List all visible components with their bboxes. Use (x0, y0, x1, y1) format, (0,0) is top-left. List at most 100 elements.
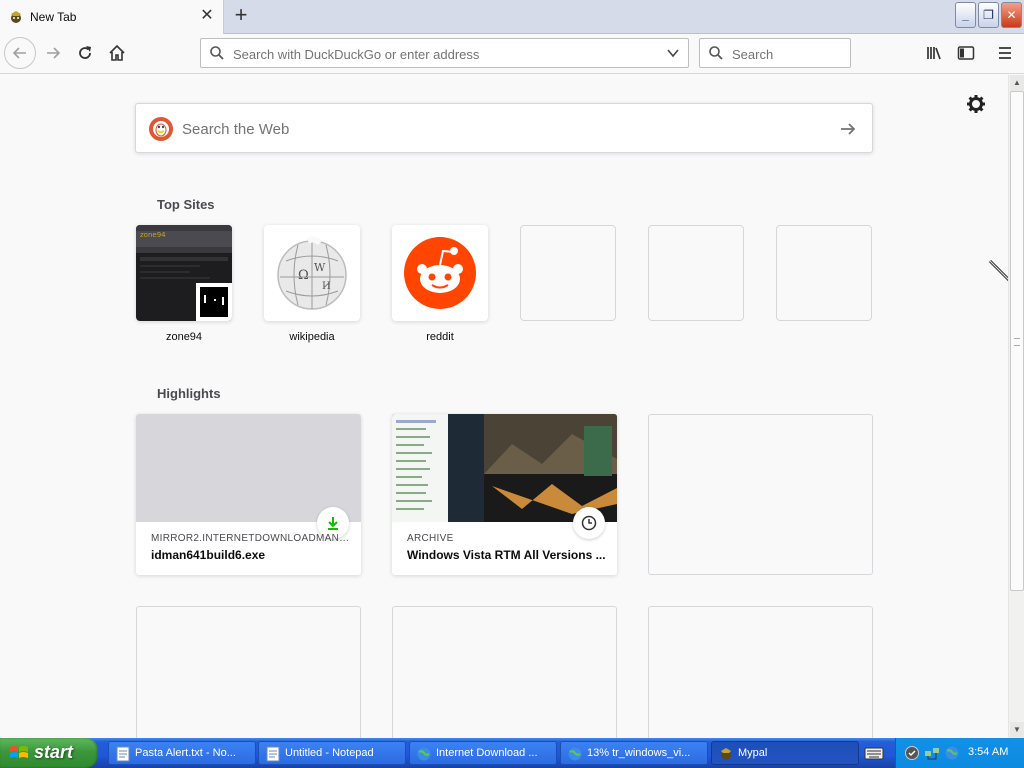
idm-globe-icon (417, 747, 431, 761)
top-site-empty[interactable] (648, 225, 744, 321)
close-window-button[interactable]: ✕ (1001, 2, 1022, 28)
top-site-zone94[interactable]: zone94 zone94 (136, 225, 232, 343)
clock: 3:54 AM (968, 746, 1009, 758)
notepad-icon (116, 746, 130, 762)
empty-tile (520, 225, 616, 321)
scroll-thumb[interactable] (1010, 91, 1024, 591)
zone94-thumbnail: zone94 (136, 225, 232, 321)
task-label: Internet Download ... (436, 747, 538, 759)
clock-icon (581, 515, 597, 531)
nav-toolbar: Search with DuckDuckGo or enter address … (0, 34, 1024, 74)
svg-text:И: И (322, 281, 331, 292)
new-tab-button[interactable]: + (229, 4, 253, 28)
top-site-empty[interactable] (520, 225, 616, 321)
library-icon (927, 47, 941, 60)
search-icon (210, 46, 224, 60)
keyboard-icon[interactable] (864, 744, 884, 762)
svg-text:W: W (314, 261, 326, 274)
back-arrow-icon (12, 47, 26, 59)
wikipedia-globe-icon: Ω W И (277, 236, 347, 310)
menu-button[interactable] (990, 38, 1020, 68)
top-site-label: reddit (426, 331, 454, 343)
window-controls: _ ❐ ✕ (955, 2, 1022, 28)
library-button[interactable] (920, 38, 950, 68)
security-shield-icon[interactable] (904, 745, 920, 761)
download-icon (328, 517, 338, 530)
gear-icon[interactable] (966, 94, 986, 114)
task-label: Untitled - Notepad (285, 747, 374, 759)
duckduckgo-icon (149, 117, 173, 141)
highlight-card[interactable]: MIRROR2.INTERNETDOWNLOADMANAGE... idman6… (136, 414, 361, 575)
task-label: Pasta Alert.txt - No... (135, 747, 236, 759)
highlight-context: MIRROR2.INTERNETDOWNLOADMANAGE... (151, 533, 351, 544)
reload-button[interactable] (70, 38, 100, 68)
start-button[interactable]: start (0, 738, 98, 768)
task-pasta-alert[interactable]: Pasta Alert.txt - No... (108, 741, 256, 765)
newtab-page: Search the Web Top Sites zone94 zone94 Ω… (0, 75, 1008, 738)
task-internet-download[interactable]: Internet Download ... (409, 741, 557, 765)
highlight-context: ARCHIVE (407, 533, 454, 544)
idm-tray-icon[interactable] (944, 745, 960, 761)
top-site-label: wikipedia (289, 331, 335, 343)
web-search-box[interactable]: Search the Web (135, 103, 873, 153)
scroll-up-button[interactable]: ▲ (1010, 75, 1024, 91)
web-search-placeholder: Search the Web (182, 121, 290, 138)
top-sites-title: Top Sites (157, 197, 215, 212)
hamburger-menu-icon (999, 47, 1011, 59)
sidebar-button[interactable] (951, 38, 981, 68)
reddit-alien-icon (404, 237, 476, 309)
task-label: Mypal (738, 747, 768, 759)
reload-icon (79, 46, 91, 59)
idm-globe-icon (568, 747, 582, 761)
search-placeholder: Search (732, 47, 774, 62)
tab-new-tab[interactable]: New Tab ✕ (0, 0, 224, 34)
highlights-title: Highlights (157, 386, 221, 401)
chevron-down-icon[interactable] (666, 46, 680, 60)
forward-button[interactable] (38, 38, 68, 68)
mypal-favicon-icon (11, 11, 21, 23)
arrow-right-icon[interactable] (838, 119, 858, 139)
top-site-wikipedia[interactable]: Ω W И wikipedia (264, 225, 360, 343)
cursor-pen-icon (988, 259, 1008, 282)
highlight-title: Windows Vista RTM All Versions ... (407, 548, 606, 562)
network-icon[interactable] (924, 745, 940, 761)
highlight-card[interactable]: ARCHIVE Windows Vista RTM All Versions .… (392, 414, 617, 575)
home-button[interactable] (102, 38, 132, 68)
sidebar-icon (957, 46, 975, 60)
top-site-empty[interactable] (776, 225, 872, 321)
task-download-progress[interactable]: 13% tr_windows_vi... (560, 741, 708, 765)
highlight-empty (136, 606, 361, 738)
svg-text:zone94: zone94 (140, 231, 166, 239)
task-untitled-notepad[interactable]: Untitled - Notepad (258, 741, 406, 765)
search-icon (709, 46, 723, 60)
restore-button[interactable]: ❐ (978, 2, 999, 28)
start-label: start (34, 742, 74, 762)
scroll-down-button[interactable]: ▼ (1010, 722, 1024, 738)
back-button[interactable] (4, 37, 36, 69)
home-icon (109, 44, 125, 61)
notepad-icon (266, 746, 280, 762)
vertical-scrollbar[interactable]: ▲ ▼ (1008, 75, 1024, 738)
highlight-image (136, 414, 361, 522)
windows-logo-icon (10, 746, 28, 758)
highlight-title: idman641build6.exe (151, 548, 266, 562)
tab-close-icon[interactable]: ✕ (198, 7, 216, 25)
top-site-label: zone94 (165, 331, 203, 343)
tab-strip: New Tab ✕ + _ ❐ ✕ (0, 0, 1024, 34)
empty-tile (776, 225, 872, 321)
tab-title: New Tab (30, 10, 77, 24)
address-bar[interactable]: Search with DuckDuckGo or enter address (200, 38, 689, 68)
reddit-tile (392, 225, 488, 321)
svg-text:Ω: Ω (298, 268, 309, 283)
top-site-reddit[interactable]: reddit (392, 225, 488, 343)
system-tray: 3:54 AM (895, 738, 1024, 768)
highlight-empty (648, 414, 873, 575)
highlight-empty (392, 606, 617, 738)
minimize-button[interactable]: _ (955, 2, 976, 28)
mypal-icon (721, 748, 731, 760)
highlight-empty (648, 606, 873, 738)
search-bar[interactable]: Search (699, 38, 851, 68)
wikipedia-tile: Ω W И (264, 225, 360, 321)
empty-tile (648, 225, 744, 321)
task-mypal[interactable]: Mypal (711, 741, 859, 765)
